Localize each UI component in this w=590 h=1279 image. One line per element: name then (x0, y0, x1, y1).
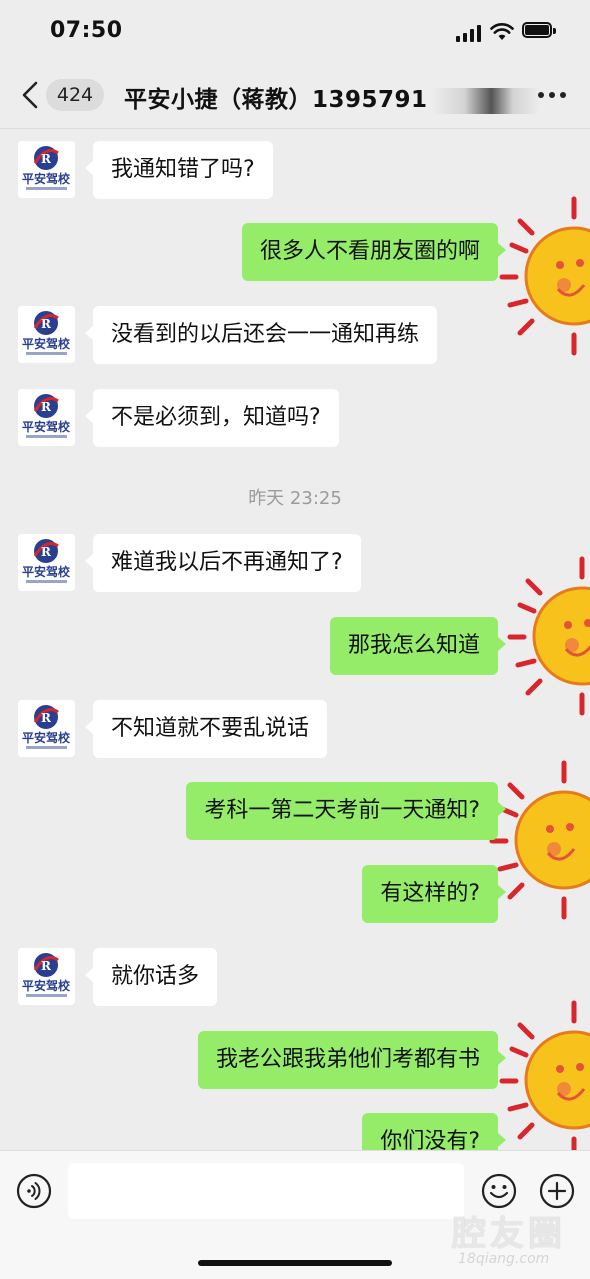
message-bubble-outgoing[interactable]: 那我怎么知道 (329, 617, 507, 675)
status-time: 07:50 (50, 18, 123, 43)
sun-sticker-icon (486, 745, 590, 935)
emoji-icon[interactable] (481, 1173, 517, 1209)
chat-header: 424 平安小捷（蒋教）1395791 (0, 62, 590, 129)
back-chevron-icon[interactable] (18, 80, 44, 110)
avatar[interactable] (18, 700, 75, 757)
avatar[interactable] (18, 141, 75, 198)
message-bubble-outgoing[interactable]: 你们没有? (362, 1113, 506, 1150)
message-bubble-incoming[interactable]: 我通知错了吗? (85, 141, 273, 199)
message-bubble-incoming[interactable]: 不是必须到，知道吗? (85, 389, 339, 447)
status-bar: 07:50 (0, 0, 590, 62)
avatar[interactable] (18, 534, 75, 591)
watermark: 腔友圈 18qiang.com (452, 1206, 582, 1267)
watermark-title: 腔友圈 (452, 1214, 566, 1254)
message-bubble-incoming[interactable]: 没看到的以后还会一一通知再练 (84, 306, 438, 364)
sun-sticker-icon (496, 181, 590, 371)
message-bubble-outgoing[interactable]: 我老公跟我弟他们考都有书 (197, 1031, 507, 1089)
chat-title-text: 平安小捷（蒋教）1395791 (124, 87, 428, 113)
battery-icon (522, 22, 556, 40)
message-bubble-outgoing[interactable]: 有这样的? (362, 865, 506, 923)
cellular-signal-icon (456, 24, 484, 42)
timestamp: 昨天 23:25 (248, 488, 342, 509)
wifi-icon (490, 23, 514, 40)
message-bubble-incoming[interactable]: 难道我以后不再通知了? (85, 534, 361, 592)
chat-title: 平安小捷（蒋教）1395791 (124, 80, 540, 114)
avatar[interactable] (18, 306, 75, 363)
avatar[interactable] (18, 948, 75, 1005)
sun-sticker-icon (496, 985, 590, 1150)
message-bubble-incoming[interactable]: 不知道就不要乱说话 (84, 700, 328, 758)
avatar[interactable] (18, 389, 75, 446)
message-bubble-outgoing[interactable]: 很多人不看朋友圈的啊 (241, 223, 507, 281)
message-input[interactable] (68, 1163, 464, 1219)
message-list[interactable]: 我通知错了吗? 很多人不看朋友圈的啊 没看到的以后还会一一通知再练 不是必须到，… (0, 129, 590, 1150)
redacted-number (431, 87, 540, 114)
more-icon[interactable] (538, 92, 566, 100)
message-bubble-outgoing[interactable]: 考科一第二天考前一天通知? (186, 782, 506, 840)
plus-icon[interactable] (539, 1173, 575, 1209)
message-bubble-incoming[interactable]: 就你话多 (84, 948, 218, 1006)
voice-icon[interactable] (16, 1173, 52, 1209)
home-indicator (198, 1260, 392, 1266)
unread-count-badge[interactable]: 424 (46, 79, 104, 111)
sun-sticker-icon (504, 541, 590, 731)
